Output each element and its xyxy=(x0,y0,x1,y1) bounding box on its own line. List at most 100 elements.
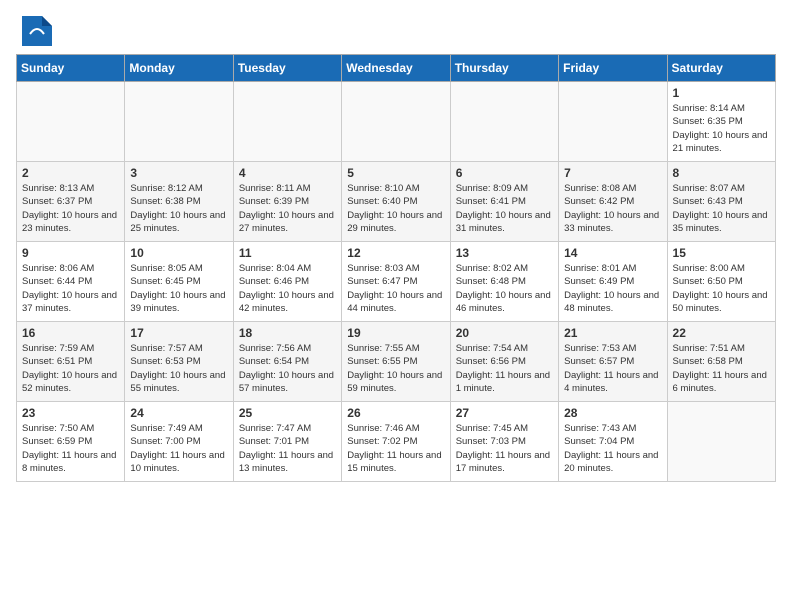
calendar-week-2: 9 Sunrise: 8:06 AM Sunset: 6:44 PM Daylig… xyxy=(17,242,776,322)
calendar-cell: 10 Sunrise: 8:05 AM Sunset: 6:45 PM Dayli… xyxy=(125,242,233,322)
weekday-header-saturday: Saturday xyxy=(667,55,775,82)
day-number: 27 xyxy=(456,406,553,420)
calendar-cell: 9 Sunrise: 8:06 AM Sunset: 6:44 PM Daylig… xyxy=(17,242,125,322)
day-number: 25 xyxy=(239,406,336,420)
day-number: 5 xyxy=(347,166,444,180)
calendar-cell: 6 Sunrise: 8:09 AM Sunset: 6:41 PM Daylig… xyxy=(450,162,558,242)
day-number: 17 xyxy=(130,326,227,340)
logo-icon xyxy=(22,16,52,46)
day-number: 10 xyxy=(130,246,227,260)
calendar-cell: 5 Sunrise: 8:10 AM Sunset: 6:40 PM Daylig… xyxy=(342,162,450,242)
day-info: Sunrise: 7:57 AM Sunset: 6:53 PM Dayligh… xyxy=(130,342,227,395)
day-info: Sunrise: 8:07 AM Sunset: 6:43 PM Dayligh… xyxy=(673,182,770,235)
day-info: Sunrise: 8:14 AM Sunset: 6:35 PM Dayligh… xyxy=(673,102,770,155)
calendar-cell: 26 Sunrise: 7:46 AM Sunset: 7:02 PM Dayli… xyxy=(342,402,450,482)
day-info: Sunrise: 7:54 AM Sunset: 6:56 PM Dayligh… xyxy=(456,342,553,395)
calendar-cell: 28 Sunrise: 7:43 AM Sunset: 7:04 PM Dayli… xyxy=(559,402,667,482)
day-info: Sunrise: 8:00 AM Sunset: 6:50 PM Dayligh… xyxy=(673,262,770,315)
day-info: Sunrise: 8:02 AM Sunset: 6:48 PM Dayligh… xyxy=(456,262,553,315)
calendar-cell xyxy=(667,402,775,482)
calendar-cell: 12 Sunrise: 8:03 AM Sunset: 6:47 PM Dayli… xyxy=(342,242,450,322)
day-info: Sunrise: 7:43 AM Sunset: 7:04 PM Dayligh… xyxy=(564,422,661,475)
calendar-cell: 2Sunrise: 8:13 AM Sunset: 6:37 PM Daylig… xyxy=(17,162,125,242)
day-number: 28 xyxy=(564,406,661,420)
calendar-body: 1 Sunrise: 8:14 AM Sunset: 6:35 PM Daylig… xyxy=(17,82,776,482)
day-number: 9 xyxy=(22,246,119,260)
day-number: 22 xyxy=(673,326,770,340)
day-number: 6 xyxy=(456,166,553,180)
day-info: Sunrise: 7:45 AM Sunset: 7:03 PM Dayligh… xyxy=(456,422,553,475)
calendar-cell: 14 Sunrise: 8:01 AM Sunset: 6:49 PM Dayli… xyxy=(559,242,667,322)
day-number: 12 xyxy=(347,246,444,260)
day-info: Sunrise: 7:56 AM Sunset: 6:54 PM Dayligh… xyxy=(239,342,336,395)
day-number: 1 xyxy=(673,86,770,100)
day-number: 13 xyxy=(456,246,553,260)
day-number: 8 xyxy=(673,166,770,180)
day-number: 19 xyxy=(347,326,444,340)
weekday-header-friday: Friday xyxy=(559,55,667,82)
calendar-week-3: 16Sunrise: 7:59 AM Sunset: 6:51 PM Dayli… xyxy=(17,322,776,402)
calendar-cell: 27 Sunrise: 7:45 AM Sunset: 7:03 PM Dayli… xyxy=(450,402,558,482)
weekday-header-thursday: Thursday xyxy=(450,55,558,82)
weekday-header-sunday: Sunday xyxy=(17,55,125,82)
day-info: Sunrise: 7:47 AM Sunset: 7:01 PM Dayligh… xyxy=(239,422,336,475)
calendar-cell: 24Sunrise: 7:49 AM Sunset: 7:00 PM Dayli… xyxy=(125,402,233,482)
calendar-cell: 23 Sunrise: 7:50 AM Sunset: 6:59 PM Dayli… xyxy=(17,402,125,482)
day-number: 15 xyxy=(673,246,770,260)
calendar-cell: 1 Sunrise: 8:14 AM Sunset: 6:35 PM Daylig… xyxy=(667,82,775,162)
day-info: Sunrise: 8:09 AM Sunset: 6:41 PM Dayligh… xyxy=(456,182,553,235)
weekday-header-monday: Monday xyxy=(125,55,233,82)
calendar-cell: 16Sunrise: 7:59 AM Sunset: 6:51 PM Dayli… xyxy=(17,322,125,402)
calendar-cell xyxy=(342,82,450,162)
day-info: Sunrise: 7:53 AM Sunset: 6:57 PM Dayligh… xyxy=(564,342,661,395)
day-info: Sunrise: 7:51 AM Sunset: 6:58 PM Dayligh… xyxy=(673,342,770,395)
calendar-cell xyxy=(17,82,125,162)
calendar-week-4: 23 Sunrise: 7:50 AM Sunset: 6:59 PM Dayli… xyxy=(17,402,776,482)
day-number: 14 xyxy=(564,246,661,260)
calendar-week-1: 2Sunrise: 8:13 AM Sunset: 6:37 PM Daylig… xyxy=(17,162,776,242)
calendar-cell: 19 Sunrise: 7:55 AM Sunset: 6:55 PM Dayli… xyxy=(342,322,450,402)
day-info: Sunrise: 8:05 AM Sunset: 6:45 PM Dayligh… xyxy=(130,262,227,315)
logo xyxy=(16,16,52,46)
calendar-cell: 18 Sunrise: 7:56 AM Sunset: 6:54 PM Dayli… xyxy=(233,322,341,402)
calendar-cell: 3 Sunrise: 8:12 AM Sunset: 6:38 PM Daylig… xyxy=(125,162,233,242)
calendar-cell: 20Sunrise: 7:54 AM Sunset: 6:56 PM Dayli… xyxy=(450,322,558,402)
calendar-cell: 25 Sunrise: 7:47 AM Sunset: 7:01 PM Dayli… xyxy=(233,402,341,482)
day-number: 16 xyxy=(22,326,119,340)
calendar-cell: 7 Sunrise: 8:08 AM Sunset: 6:42 PM Daylig… xyxy=(559,162,667,242)
calendar-cell: 17 Sunrise: 7:57 AM Sunset: 6:53 PM Dayli… xyxy=(125,322,233,402)
day-info: Sunrise: 7:50 AM Sunset: 6:59 PM Dayligh… xyxy=(22,422,119,475)
calendar-cell: 13 Sunrise: 8:02 AM Sunset: 6:48 PM Dayli… xyxy=(450,242,558,322)
day-number: 4 xyxy=(239,166,336,180)
day-number: 3 xyxy=(130,166,227,180)
calendar-cell: 11Sunrise: 8:04 AM Sunset: 6:46 PM Dayli… xyxy=(233,242,341,322)
weekday-header-tuesday: Tuesday xyxy=(233,55,341,82)
day-info: Sunrise: 8:06 AM Sunset: 6:44 PM Dayligh… xyxy=(22,262,119,315)
day-info: Sunrise: 8:08 AM Sunset: 6:42 PM Dayligh… xyxy=(564,182,661,235)
day-info: Sunrise: 8:03 AM Sunset: 6:47 PM Dayligh… xyxy=(347,262,444,315)
weekday-header-wednesday: Wednesday xyxy=(342,55,450,82)
day-number: 18 xyxy=(239,326,336,340)
calendar-cell: 4 Sunrise: 8:11 AM Sunset: 6:39 PM Daylig… xyxy=(233,162,341,242)
day-info: Sunrise: 7:46 AM Sunset: 7:02 PM Dayligh… xyxy=(347,422,444,475)
day-info: Sunrise: 8:13 AM Sunset: 6:37 PM Dayligh… xyxy=(22,182,119,235)
day-info: Sunrise: 8:01 AM Sunset: 6:49 PM Dayligh… xyxy=(564,262,661,315)
calendar-week-0: 1 Sunrise: 8:14 AM Sunset: 6:35 PM Daylig… xyxy=(17,82,776,162)
day-info: Sunrise: 8:12 AM Sunset: 6:38 PM Dayligh… xyxy=(130,182,227,235)
calendar-cell: 15 Sunrise: 8:00 AM Sunset: 6:50 PM Dayli… xyxy=(667,242,775,322)
calendar-cell xyxy=(125,82,233,162)
day-number: 7 xyxy=(564,166,661,180)
day-info: Sunrise: 8:11 AM Sunset: 6:39 PM Dayligh… xyxy=(239,182,336,235)
calendar-cell xyxy=(233,82,341,162)
day-info: Sunrise: 8:10 AM Sunset: 6:40 PM Dayligh… xyxy=(347,182,444,235)
day-info: Sunrise: 7:55 AM Sunset: 6:55 PM Dayligh… xyxy=(347,342,444,395)
page-header xyxy=(16,16,776,46)
calendar-cell xyxy=(450,82,558,162)
day-number: 23 xyxy=(22,406,119,420)
calendar-table: SundayMondayTuesdayWednesdayThursdayFrid… xyxy=(16,54,776,482)
day-number: 24 xyxy=(130,406,227,420)
calendar-cell xyxy=(559,82,667,162)
calendar-cell: 8 Sunrise: 8:07 AM Sunset: 6:43 PM Daylig… xyxy=(667,162,775,242)
day-number: 26 xyxy=(347,406,444,420)
day-number: 21 xyxy=(564,326,661,340)
